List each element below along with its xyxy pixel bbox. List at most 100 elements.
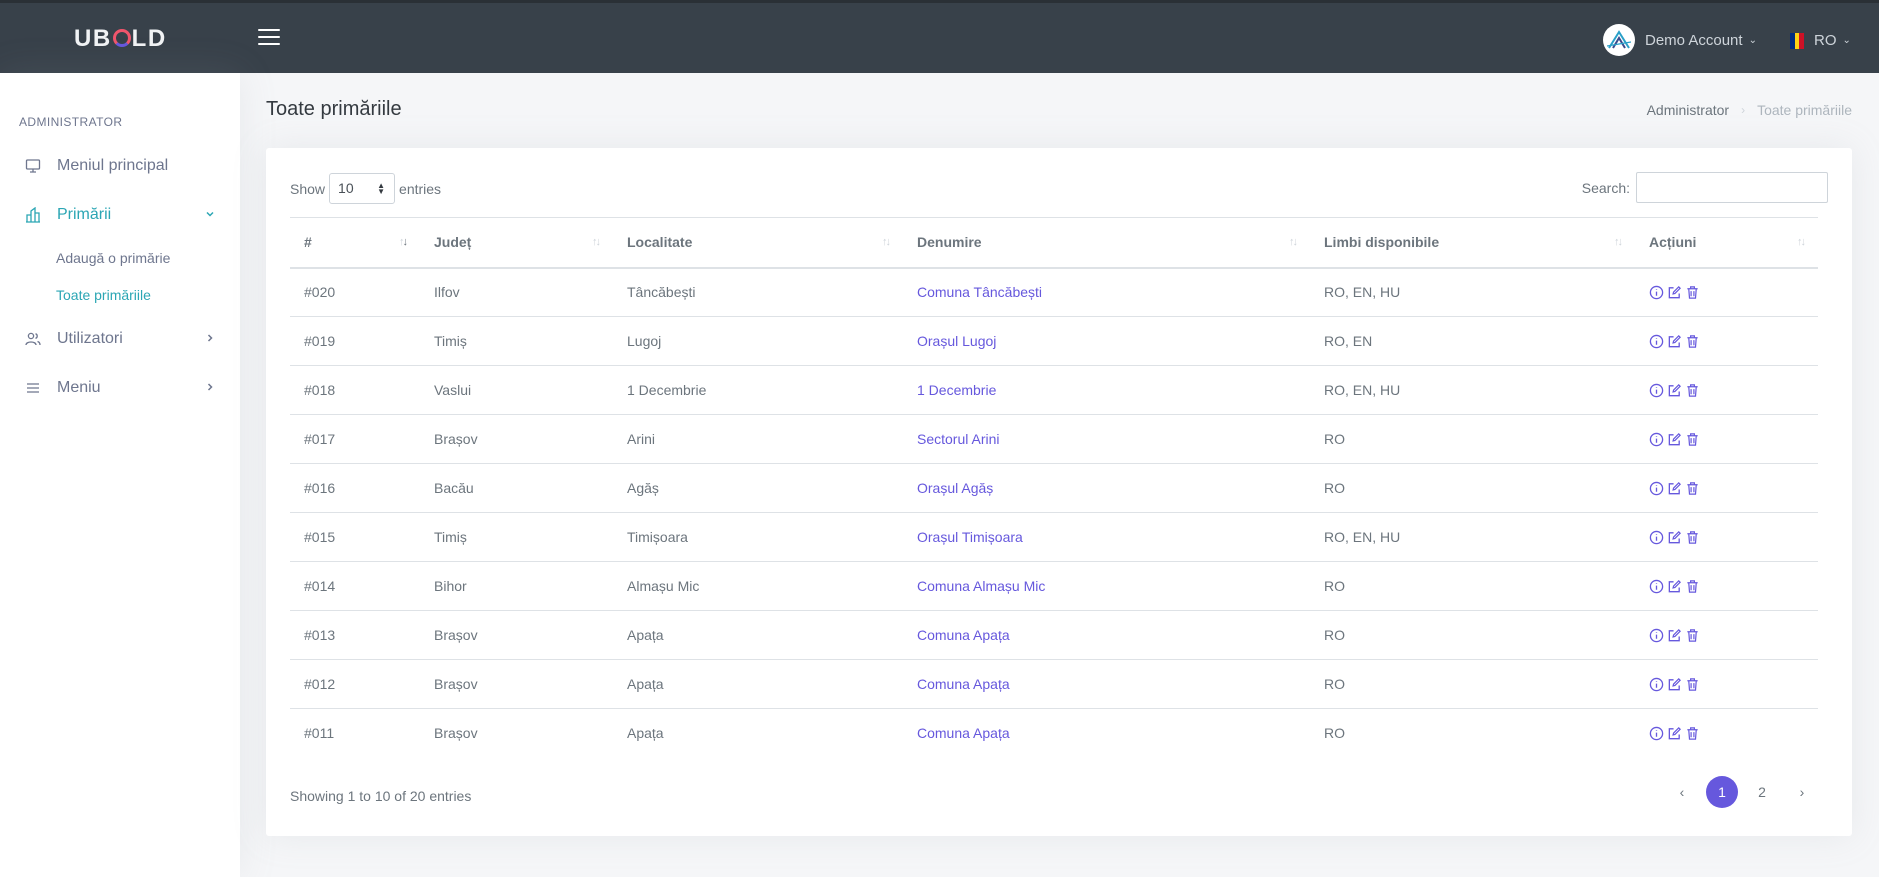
cell-actions [1635, 267, 1818, 317]
column-header[interactable]: Denumire ↑↓ [903, 217, 1310, 269]
cell-id: #017 [290, 414, 420, 464]
breadcrumb-link-administrator[interactable]: Administrator [1647, 102, 1729, 118]
cell-localitate: Timișoara [613, 512, 903, 562]
info-icon[interactable] [1649, 677, 1664, 692]
column-header-label: # [304, 234, 312, 251]
column-header[interactable]: Limbi disponibile ↑↓ [1310, 217, 1635, 269]
info-icon[interactable] [1649, 726, 1664, 741]
sort-icon: ↑↓ [1614, 236, 1623, 248]
search-input[interactable] [1636, 172, 1828, 203]
pagination-page-1[interactable]: 1 [1706, 776, 1738, 808]
cell-id: #018 [290, 365, 420, 415]
cell-actions [1635, 709, 1818, 758]
account-name: Demo Account [1645, 31, 1743, 49]
edit-icon[interactable] [1667, 677, 1682, 692]
delete-icon[interactable] [1685, 334, 1700, 349]
info-icon[interactable] [1649, 579, 1664, 594]
language-dropdown[interactable]: RO ⌄ [1790, 32, 1851, 49]
sidebar-item-label: Primării [57, 206, 112, 223]
account-dropdown[interactable]: Demo Account ⌄ [1603, 24, 1757, 56]
sort-icon: ↑↓ [592, 236, 601, 248]
sidebar-item-meniul-principal[interactable]: Meniul principal [0, 146, 240, 186]
delete-icon[interactable] [1685, 726, 1700, 741]
menu-lines-icon [24, 379, 42, 397]
logo[interactable]: UB LD [74, 25, 167, 53]
info-icon[interactable] [1649, 285, 1664, 300]
table-row: #013 Brașov Apața Comuna Apața RO [290, 610, 1818, 660]
chevron-right-icon [204, 331, 216, 349]
column-header-label: Localitate [627, 234, 693, 251]
info-icon[interactable] [1649, 481, 1664, 496]
info-icon[interactable] [1649, 432, 1664, 447]
cell-limbi: RO, EN [1310, 316, 1635, 366]
page-length-control: Show 10 ▲ ▼ entries [290, 173, 441, 204]
cell-limbi: RO [1324, 725, 1345, 742]
cell-denumire[interactable]: 1 Decembrie [903, 365, 1310, 415]
delete-icon[interactable] [1685, 677, 1700, 692]
table-row: #019 Timiș Lugoj Orașul Lugoj RO, EN [290, 316, 1818, 366]
info-icon[interactable] [1649, 334, 1664, 349]
cell-limbi: RO [1310, 659, 1635, 709]
edit-icon[interactable] [1667, 726, 1682, 741]
delete-icon[interactable] [1685, 481, 1700, 496]
cell-denumire[interactable]: Comuna Almașu Mic [903, 561, 1310, 611]
sidebar-subitem-adauga-primarie[interactable]: Adaugă o primărie [56, 250, 170, 266]
pagination-prev-button[interactable]: ‹ [1666, 776, 1698, 808]
delete-icon[interactable] [1685, 579, 1700, 594]
edit-icon[interactable] [1667, 334, 1682, 349]
avatar [1603, 24, 1635, 56]
users-icon [24, 330, 42, 348]
sidebar-item-meniu[interactable]: Meniu [0, 368, 240, 408]
page-title: Toate primăriile [266, 98, 402, 120]
sidebar-subitem-toate-primariile[interactable]: Toate primăriile [56, 287, 151, 303]
pagination-page-2[interactable]: 2 [1746, 776, 1778, 808]
breadcrumb-separator-icon: › [1741, 103, 1746, 117]
page-size-select[interactable]: 10 ▲ ▼ [329, 173, 396, 204]
cell-denumire[interactable]: Comuna Apața [903, 659, 1310, 709]
delete-icon[interactable] [1685, 530, 1700, 545]
breadcrumb-current: Toate primăriile [1757, 102, 1852, 118]
delete-icon[interactable] [1685, 628, 1700, 643]
column-header[interactable]: Județ ↑↓ [420, 217, 613, 269]
show-label: Show [290, 180, 326, 197]
sidebar-item-utilizatori[interactable]: Utilizatori [0, 319, 240, 359]
info-icon[interactable] [1649, 383, 1664, 398]
cell-denumire[interactable]: Orașul Lugoj [903, 316, 1310, 366]
column-header[interactable]: Acțiuni ↑↓ [1635, 217, 1818, 269]
table-header-row: # ↑↓ Județ ↑↓ Localitate ↑↓ Denumire ↑↓ Limbi di… [290, 217, 1818, 269]
edit-icon[interactable] [1667, 383, 1682, 398]
edit-icon[interactable] [1667, 530, 1682, 545]
delete-icon[interactable] [1685, 383, 1700, 398]
pagination-next-button[interactable]: › [1786, 776, 1818, 808]
edit-icon[interactable] [1667, 628, 1682, 643]
breadcrumb: Administrator › Toate primăriile [1647, 102, 1852, 118]
cell-denumire[interactable]: Orașul Timișoara [903, 512, 1310, 562]
edit-icon[interactable] [1667, 579, 1682, 594]
cell-denumire[interactable]: Comuna Tâncăbești [903, 267, 1310, 317]
edit-icon[interactable] [1667, 481, 1682, 496]
hamburger-menu-icon[interactable] [258, 29, 280, 47]
table-row: #012 Brașov Apața Comuna Apața RO [290, 659, 1818, 709]
table-row: #018 Vaslui 1 Decembrie 1 Decembrie RO, EN, … [290, 365, 1818, 415]
cell-actions [1635, 316, 1818, 366]
sidebar-item-primarii[interactable]: Primării [0, 195, 240, 235]
cell-actions [1635, 610, 1818, 660]
cell-denumire[interactable]: Comuna Apața [903, 610, 1310, 660]
column-header[interactable]: Localitate ↑↓ [613, 217, 903, 269]
info-icon[interactable] [1649, 530, 1664, 545]
info-icon[interactable] [1649, 628, 1664, 643]
cell-actions [1635, 659, 1818, 709]
cell-denumire[interactable]: Orașul Agăș [903, 463, 1310, 513]
sort-icon: ↑↓ [1797, 236, 1806, 248]
logo-text-end: LD [131, 25, 167, 52]
cell-judet: Bihor [420, 561, 613, 611]
delete-icon[interactable] [1685, 285, 1700, 300]
edit-icon[interactable] [1667, 432, 1682, 447]
delete-icon[interactable] [1685, 432, 1700, 447]
cell-denumire[interactable]: Sectorul Arini [903, 414, 1310, 464]
column-header-label: Limbi disponibile [1324, 234, 1440, 251]
cell-denumire[interactable]: Comuna Apața [903, 709, 1310, 758]
cell-id: #014 [290, 561, 420, 611]
column-header[interactable]: # ↑↓ [290, 217, 420, 269]
edit-icon[interactable] [1667, 285, 1682, 300]
